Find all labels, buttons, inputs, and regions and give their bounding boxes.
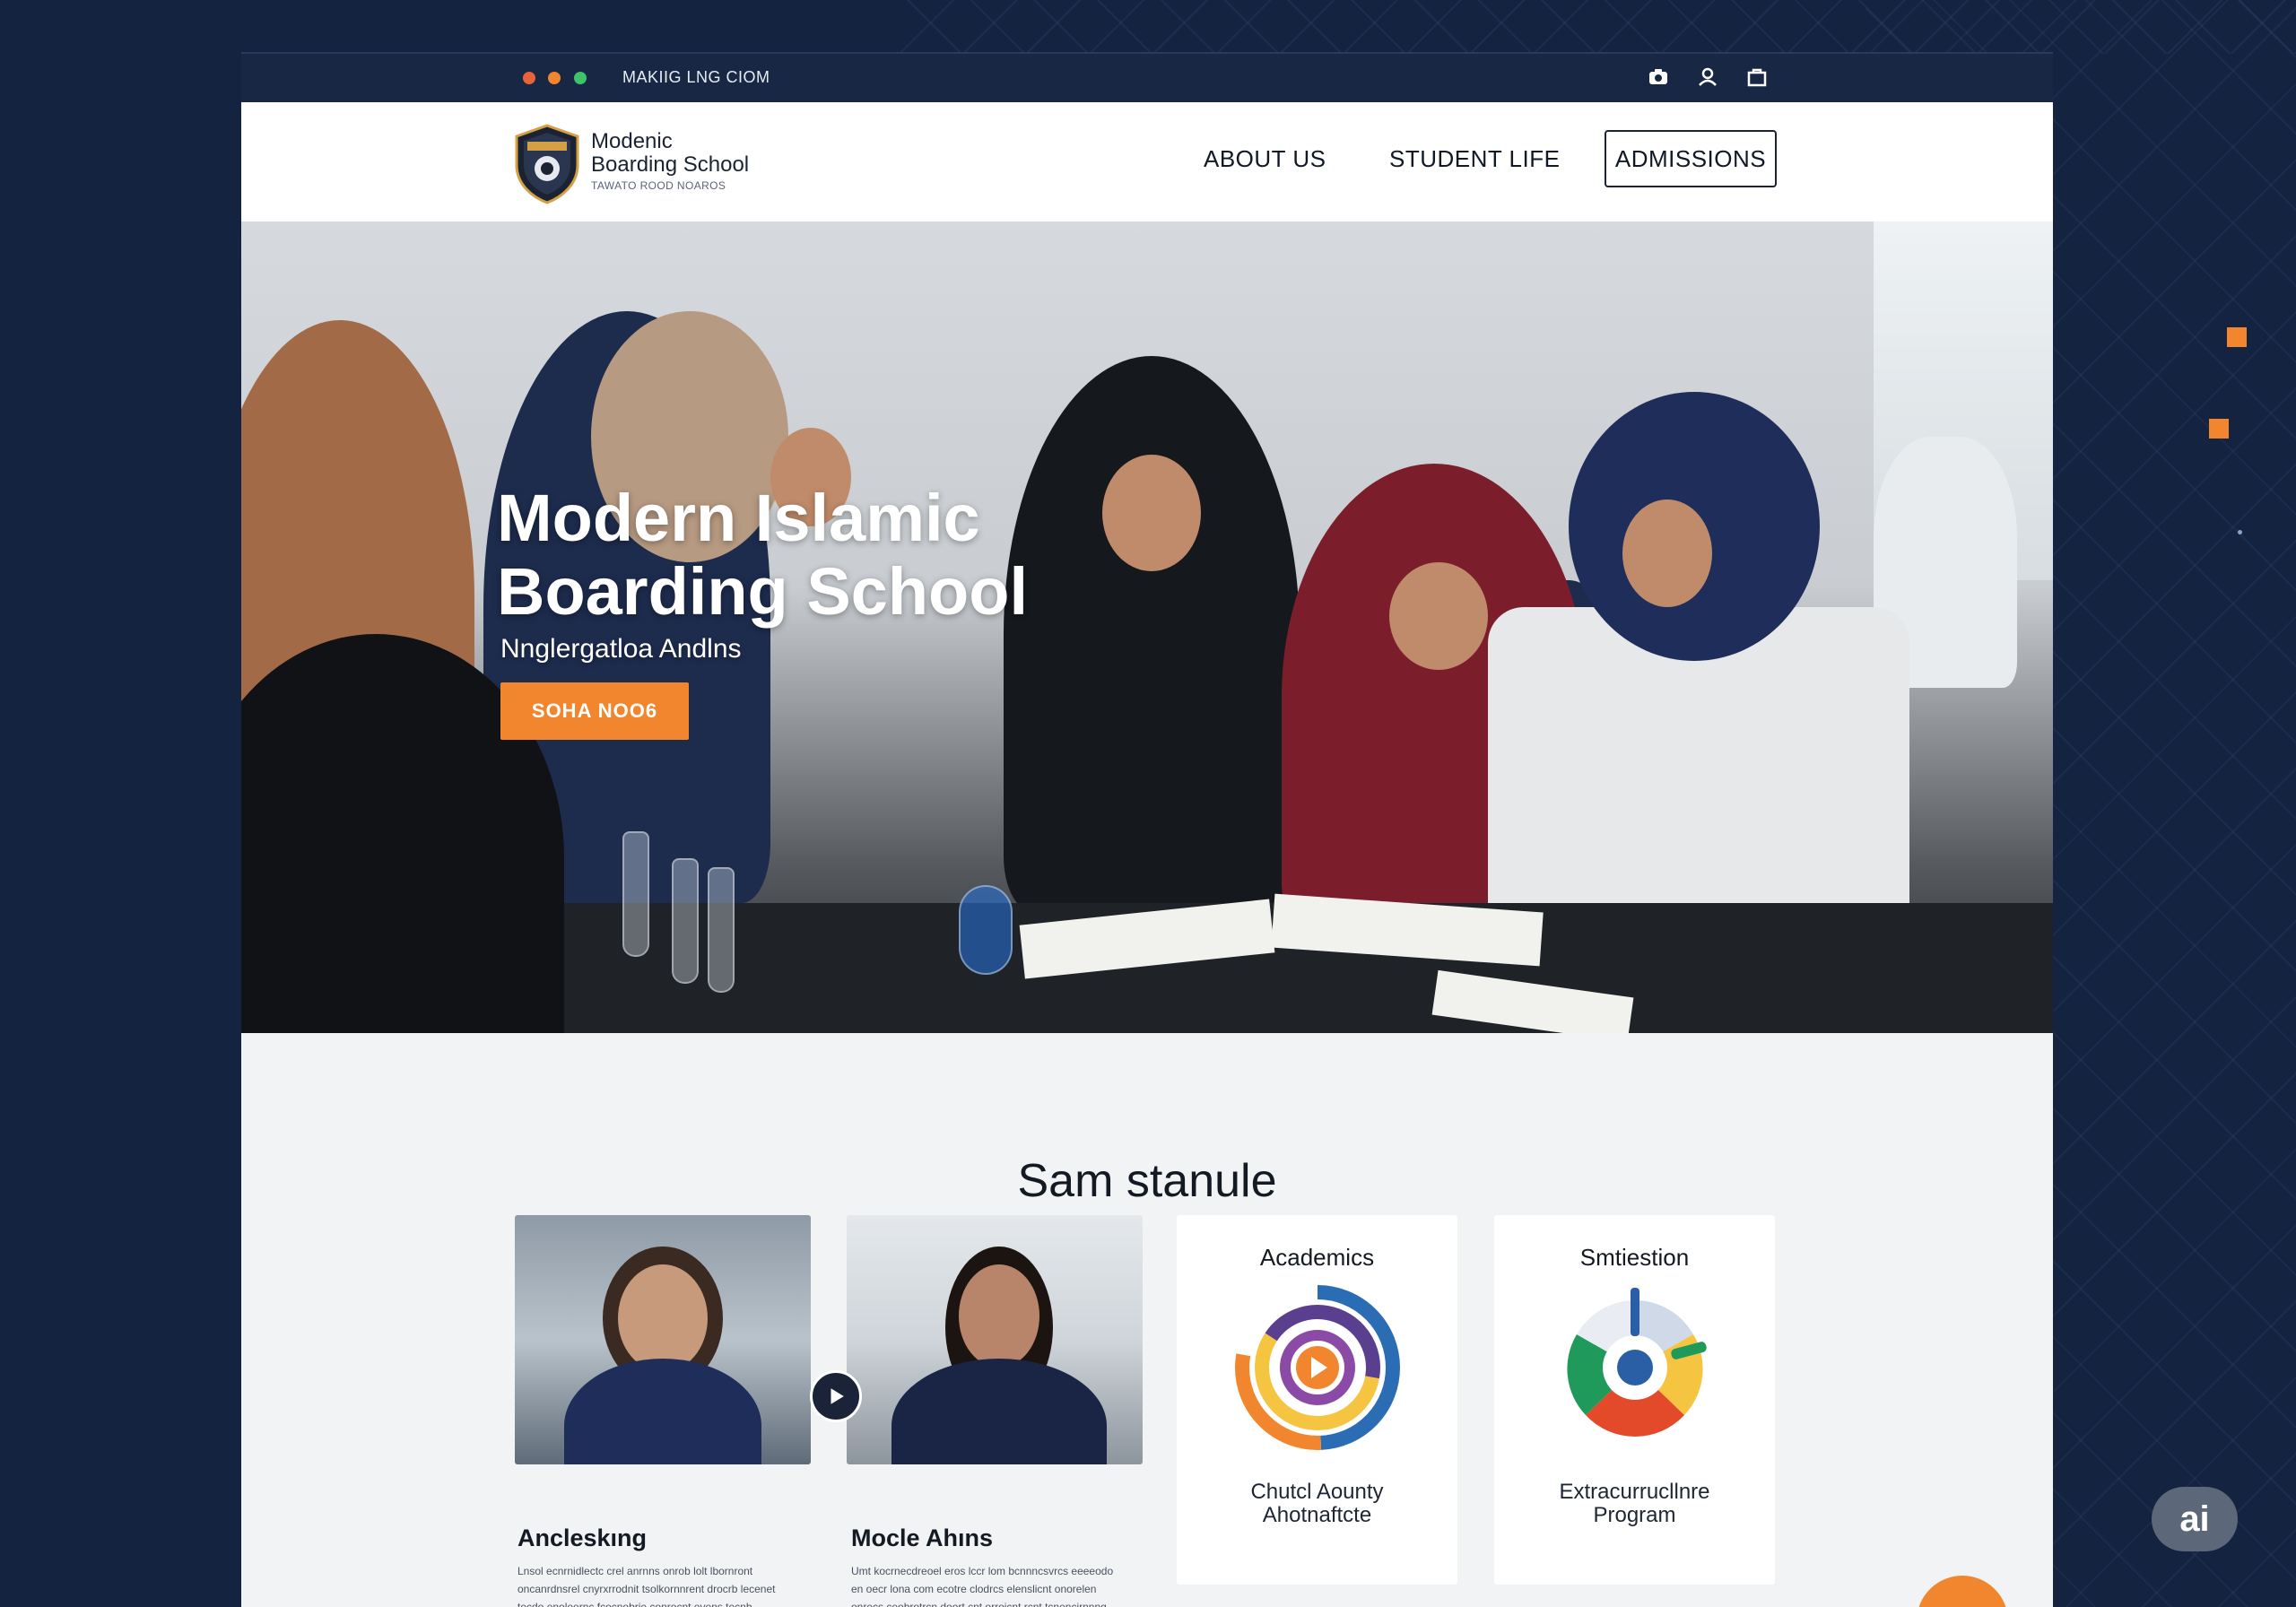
academics-ring-icon [1235, 1285, 1400, 1450]
academics-card[interactable]: Academics Chutcl Aounty Ahotnaftcte [1177, 1215, 1457, 1585]
card-title: Smtiestion [1579, 1244, 1690, 1271]
site-header [241, 102, 2053, 222]
ai-badge[interactable]: ai [2152, 1487, 2238, 1551]
student-photo-card[interactable] [847, 1215, 1143, 1464]
hero-photo-face [1622, 499, 1712, 607]
browser-chrome: MAKIIG LNG CIOM [241, 52, 2053, 102]
card-description: Umt kocrnecdreoel eros lccr lom bcnnncsv… [851, 1565, 1114, 1607]
card-caption: Extracurrucllnre Program [1494, 1481, 1775, 1527]
hero-photo-person [1004, 356, 1300, 912]
hero-title-line2: Boarding School [497, 554, 1028, 629]
card-caption-line2: Program [1593, 1503, 1676, 1527]
logo-name-line2[interactable]: Boarding School [591, 152, 749, 178]
student-photo-sweater [891, 1359, 1107, 1464]
decorative-square [2227, 327, 2247, 347]
nav-student-life[interactable]: STUDENT LIFE [1389, 145, 1560, 173]
student-photo-face [959, 1264, 1039, 1368]
background-pattern-top [897, 0, 2296, 54]
decorative-dot [2238, 530, 2242, 534]
window-close-dot[interactable] [523, 72, 535, 84]
hero-photo-flask [672, 858, 699, 984]
hero-cta-button[interactable]: SOHA NOO6 [500, 682, 689, 740]
hero-title: Modern Islamic Boarding School [497, 482, 1214, 629]
school-crest-icon[interactable] [515, 124, 579, 204]
nav-admissions-button[interactable]: ADMISSIONS [1605, 130, 1777, 187]
user-icon[interactable] [1695, 65, 1720, 90]
hero-photo-flask [708, 867, 735, 993]
nav-about-us[interactable]: ABOUT US [1204, 145, 1326, 173]
hero-banner: Modern Islamic Boarding School Nnglergat… [241, 222, 2053, 1033]
extracurricular-wheel-icon [1567, 1288, 1707, 1438]
card-title[interactable]: Mocle Ahıns [851, 1524, 993, 1552]
hero-photo-face [1389, 562, 1488, 670]
card-caption-line2: Ahotnaftcte [1262, 1503, 1372, 1527]
card-caption-line1: Extracurrucllnre [1559, 1480, 1710, 1504]
browser-window: MAKIIG LNG CIOM Modenic Boarding School … [241, 52, 2053, 1607]
section-title: Sam stanule [1017, 1155, 1277, 1207]
card-caption: Chutcl Aounty Ahotnaftcte [1177, 1481, 1457, 1527]
card-caption-line1: Chutcl Aounty [1250, 1480, 1384, 1504]
card-title: Academics [1259, 1244, 1375, 1271]
extracurricular-card[interactable]: Smtiestion Extracurrucllnre Program [1494, 1215, 1775, 1585]
logo-tagline: TAWATO ROOD NOAROS [591, 179, 726, 192]
hero-title-line1: Modern Islamic [497, 481, 980, 555]
hero-photo-flask [959, 885, 1013, 975]
features-section: Sam stanule Ancleskıng Lnsol ecnrnidlect… [241, 1033, 2053, 1607]
browser-url[interactable]: MAKIIG LNG CIOM [622, 68, 770, 87]
camera-icon[interactable] [1646, 65, 1671, 90]
window-maximize-dot[interactable] [574, 72, 587, 84]
student-photo-blazer [564, 1359, 761, 1464]
decorative-square [2209, 419, 2229, 439]
student-photo-card[interactable] [515, 1215, 811, 1464]
card-description: Lnsol ecnrnidlectc crel anrnns onrob lol… [517, 1565, 776, 1607]
student-photo-face [618, 1264, 708, 1372]
card-title[interactable]: Ancleskıng [517, 1524, 647, 1552]
logo-name-line1[interactable]: Modenic [591, 129, 673, 154]
hero-subtitle: Nnglergatloa Andlns [500, 634, 742, 664]
play-icon [831, 1388, 844, 1404]
window-minimize-dot[interactable] [548, 72, 561, 84]
bag-icon[interactable] [1744, 65, 1770, 90]
hero-photo-flask [622, 831, 649, 957]
play-video-button[interactable] [810, 1370, 862, 1422]
